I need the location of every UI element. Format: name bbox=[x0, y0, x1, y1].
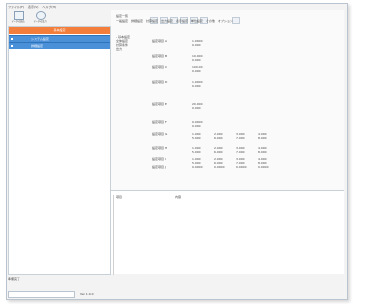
row-label: 設定項目 J bbox=[152, 165, 166, 169]
value-cell[interactable]: 0.000 bbox=[192, 58, 212, 62]
settings-tree: - 基本設定 全体設定 計算条件 出力 bbox=[116, 35, 146, 51]
left-panel-item-detail[interactable]: 詳細設定 bbox=[9, 42, 110, 49]
value-cell[interactable]: 7.000 bbox=[236, 150, 256, 154]
detail-panel bbox=[111, 191, 344, 274]
row-label: 設定項目 H bbox=[152, 146, 168, 150]
value-cell[interactable]: 0.0000 bbox=[192, 165, 212, 169]
row-label: 設定項目 B bbox=[152, 54, 168, 58]
detail-column-item: 項目 bbox=[116, 195, 123, 199]
tab-general[interactable]: 一般設定 bbox=[116, 19, 128, 23]
tab-options[interactable]: オプション bbox=[218, 19, 233, 23]
tab-calc[interactable]: 計算設定 bbox=[146, 19, 158, 23]
value-cell[interactable]: 0.0000 bbox=[214, 165, 234, 169]
value-cell[interactable]: 7.000 bbox=[236, 136, 256, 140]
row-label: 設定項目 A bbox=[152, 39, 168, 43]
export-data-button[interactable]: データの出力 bbox=[30, 10, 50, 24]
value-cell[interactable]: 0.000 bbox=[192, 43, 212, 47]
bullet-icon bbox=[11, 45, 13, 47]
load-data-button[interactable]: データの読込 bbox=[8, 10, 28, 24]
tab-units[interactable]: 単位設定 bbox=[191, 19, 203, 23]
status-bar: 準備完了 bbox=[8, 277, 21, 281]
bullet-icon bbox=[11, 38, 13, 40]
detail-separator bbox=[113, 195, 114, 275]
menu-view[interactable]: 表示(V) bbox=[28, 5, 38, 9]
value-cell[interactable]: 5.000 bbox=[192, 136, 212, 140]
left-panel: 基本設定 システム設定 詳細設定 bbox=[8, 26, 111, 275]
value-cell[interactable]: 0.000 bbox=[192, 124, 212, 128]
value-cell[interactable]: 8.000 bbox=[258, 150, 278, 154]
value-cell[interactable]: 6.000 bbox=[214, 150, 234, 154]
tab-display[interactable]: 表示設定 bbox=[176, 19, 188, 23]
value-cell[interactable]: 0.0000 bbox=[236, 165, 256, 169]
tab-output[interactable]: 出力設定 bbox=[161, 19, 173, 23]
left-panel-header[interactable]: 基本設定 bbox=[9, 27, 110, 34]
value-cell[interactable]: 0.000 bbox=[192, 69, 212, 73]
detail-column-content: 内容 bbox=[175, 195, 182, 199]
row-label: 設定項目 I bbox=[152, 157, 166, 161]
menu-file[interactable]: ファイル(F) bbox=[8, 5, 24, 9]
tab-bar: 一般設定 詳細設定 計算設定 出力設定 表示設定 単位設定 その他 オプション bbox=[116, 19, 235, 24]
row-label: 設定項目 C bbox=[152, 65, 168, 69]
bottom-bar: Ver 1.0.0 bbox=[8, 291, 344, 298]
value-cell[interactable]: 8.000 bbox=[258, 136, 278, 140]
main-title: 設定一覧 bbox=[116, 14, 129, 18]
value-cell[interactable]: 0.000 bbox=[192, 84, 212, 88]
row-label: 設定項目 E bbox=[152, 102, 167, 106]
tree-item[interactable]: 出力 bbox=[116, 47, 146, 51]
version-text: Ver 1.0.0 bbox=[80, 292, 94, 296]
left-panel-item-system[interactable]: システム設定 bbox=[9, 35, 110, 42]
value-cell[interactable]: 0.0000 bbox=[258, 165, 278, 169]
tab-other[interactable]: その他 bbox=[206, 19, 215, 23]
value-cell[interactable]: 6.000 bbox=[214, 136, 234, 140]
row-label: 設定項目 F bbox=[152, 120, 167, 124]
row-label: 設定項目 D bbox=[152, 80, 168, 84]
menu-help[interactable]: ヘルプ(H) bbox=[42, 5, 56, 9]
value-cell[interactable]: 0.000 bbox=[192, 106, 212, 110]
progress-field bbox=[8, 291, 75, 298]
tab-detail[interactable]: 詳細設定 bbox=[131, 19, 143, 23]
row-label: 設定項目 G bbox=[152, 132, 168, 136]
value-cell[interactable]: 5.000 bbox=[192, 150, 212, 154]
